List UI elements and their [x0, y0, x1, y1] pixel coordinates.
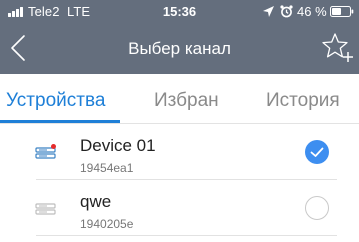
device-icon — [35, 144, 56, 159]
app-header: Tele2 LTE 15:36 46 % Выбер канал — [0, 0, 359, 74]
battery-percent: 46 % — [297, 4, 327, 19]
location-arrow-icon — [263, 6, 274, 17]
active-tab-indicator — [0, 120, 120, 123]
selected-checkbox[interactable] — [305, 140, 329, 164]
list-item[interactable]: qwe 1940205e — [0, 180, 359, 236]
row-divider — [36, 235, 337, 236]
tab-history[interactable]: История — [266, 90, 340, 112]
tab-bar: Устройства Избран История — [0, 74, 359, 124]
device-name: Device 01 — [80, 136, 156, 155]
device-name: qwe — [80, 192, 112, 211]
device-icon — [35, 203, 56, 215]
checkmark-icon — [310, 147, 324, 157]
add-favorite-button[interactable] — [322, 32, 354, 64]
list-item[interactable]: Device 01 19454ea1 — [0, 124, 359, 180]
battery-icon — [330, 6, 354, 17]
nav-bar: Выбер канал — [0, 22, 359, 74]
alarm-clock-icon — [280, 5, 293, 18]
star-plus-icon — [322, 33, 353, 62]
status-dot — [51, 144, 56, 149]
page-title: Выбер канал — [128, 39, 231, 58]
tab-devices[interactable]: Устройства — [6, 90, 105, 112]
device-id: 19454ea1 — [80, 161, 134, 175]
unselected-checkbox[interactable] — [305, 196, 329, 220]
status-bar: Tele2 LTE 15:36 46 % — [0, 0, 359, 22]
tab-favorites[interactable]: Избран — [154, 90, 219, 112]
device-id: 1940205e — [80, 217, 134, 231]
